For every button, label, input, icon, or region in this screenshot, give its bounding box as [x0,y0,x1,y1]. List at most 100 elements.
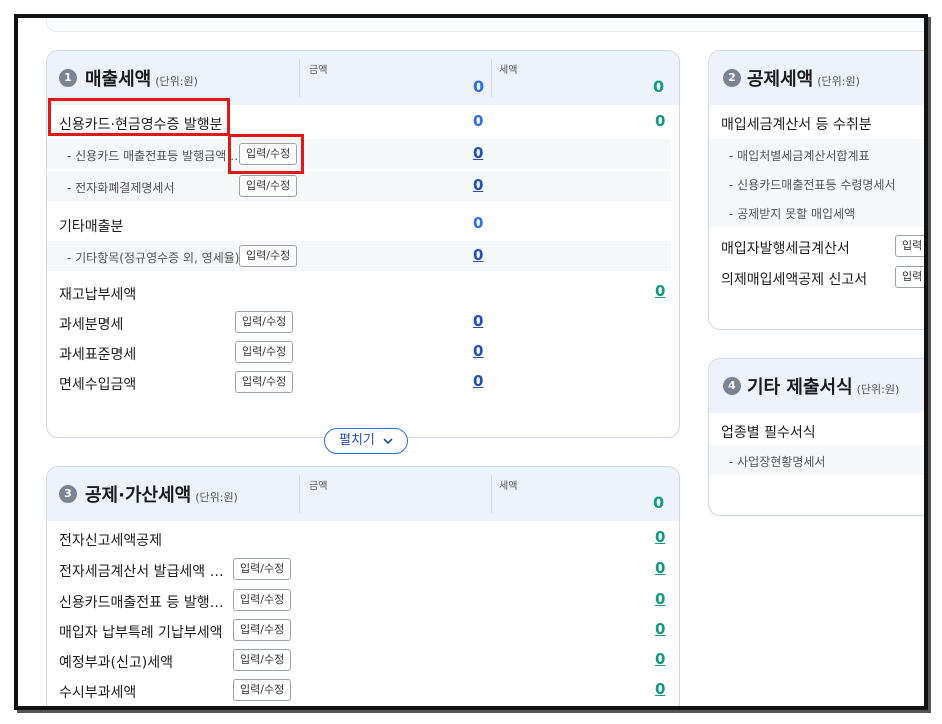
row-non-deductible: - 공제받지 못할 매입세액 [709,197,924,227]
edit-button[interactable]: 입력/수정 [235,311,294,333]
expand-label: 펼치기 [338,433,375,448]
section-title: 매출세액 (단위:원) [85,65,198,91]
row-label: - 매입처별세금계산서합계표 [729,149,870,163]
amount-link[interactable]: 0 [473,144,483,162]
section-title-text: 공제·가산세액 [85,485,192,506]
other-forms-card: 4 기타 제출서식 (단위:원) 업종별 필수서식 - 사업장현황명세서 [708,358,924,516]
column-divider [491,475,492,513]
additional-tax-card: 3 공제·가산세액 (단위:원) 금액 세액 0 전자신고세액공제 0 전자세금계… [46,466,680,706]
row-label: 전자신고세액공제 [59,533,163,549]
column-divider [299,59,300,97]
row-label: 과세분명세 [59,317,124,333]
row-other-sales: 기타매출분 0 [47,209,679,239]
amount-link[interactable]: 0 [473,312,483,330]
row-card-received: - 신용카드매출전표등 수령명세서 [709,168,924,198]
row-buyer-special: 매입자 납부특례 기납부세액 입력/수정 0 [47,615,679,645]
other-forms-header: 4 기타 제출서식 (단위:원) [709,359,924,413]
deduction-tax-card: 2 공제세액 (단위:원) 매입세금계산서 등 수취분 - 매입처별세금계산서합계… [708,50,924,330]
tax-link[interactable]: 0 [655,680,665,698]
additional-tax-header: 3 공제·가산세액 (단위:원) 금액 세액 0 [47,467,679,521]
column-divider [299,475,300,513]
amount-link[interactable]: 0 [473,246,483,264]
screenshot-frame: 1 매출세액 (단위:원) 금액 0 세액 0 신용카드·현금영수증 발행분 0 … [14,14,928,710]
edit-button[interactable]: 입력/수정 [233,589,292,611]
row-invoice-received: 매입세금계산서 등 수취분 [709,107,924,137]
row-label: 예정부과(신고)세액 [59,655,173,671]
row-e-invoice-credit: 전자세금계산서 발급세액 … 입력/수정 0 [47,554,679,584]
row-label: 재고납부세액 [59,287,137,303]
expand-button[interactable]: 펼치기 [324,428,408,454]
deduction-tax-header: 2 공제세액 (단위:원) [709,51,924,105]
tax-column-label: 세액 [499,65,518,76]
section-title-text: 기타 제출서식 [747,377,853,398]
section-number-badge: 4 [723,377,741,395]
amount-column-label: 금액 [309,481,328,492]
row-label: 기타매출분 [59,219,124,235]
tax-total: 0 [653,493,665,512]
row-invoice-summary: - 매입처별세금계산서합계표 [709,139,924,169]
top-panel-edge [46,18,924,32]
highlight-box-button [228,134,304,174]
row-label: 매입자 납부특례 기납부세액 [59,625,223,641]
edit-button[interactable]: 입력 [895,266,924,288]
edit-button[interactable]: 입력/수정 [233,619,292,641]
edit-button[interactable]: 입력/수정 [233,649,292,671]
unit-label: (단위:원) [856,383,900,396]
tax-column-label: 세액 [499,481,518,492]
row-taxable-detail: 과세분명세 입력/수정 0 [47,307,679,337]
unit-label: (단위:원) [155,75,198,88]
row-buyer-issued-invoice: 매입자발행세금계산서 입력 [709,231,924,261]
tax-link[interactable]: 0 [655,559,665,577]
edit-button[interactable]: 입력 [895,235,924,257]
amount-value: 0 [473,214,484,232]
amount-column-label: 금액 [309,65,328,76]
amount-total: 0 [473,77,485,96]
edit-button[interactable]: 입력/수정 [235,371,294,393]
row-label: 면세수입금액 [59,377,137,393]
row-label: 매입세금계산서 등 수취분 [721,117,872,133]
unit-label: (단위:원) [195,491,238,504]
section-title: 공제·가산세액 (단위:원) [85,481,238,507]
chevron-down-icon [383,437,393,444]
tax-value: 0 [655,112,666,130]
row-label: - 사업장현황명세서 [729,455,826,469]
row-other-items: - 기타항목(정규영수증 외, 영세율) 입력/수정 0 [47,241,671,271]
row-label: 의제매입세액공제 신고서 [721,272,868,288]
row-tax-base: 과세표준명세 입력/수정 0 [47,337,679,367]
row-inventory-tax: 재고납부세액 0 [47,277,679,307]
section-title: 공제세액 (단위:원) [747,65,860,91]
amount-link[interactable]: 0 [473,176,483,194]
row-label: 매입자발행세금계산서 [721,241,850,257]
row-site-status[interactable]: - 사업장현황명세서 [709,445,924,475]
tax-link[interactable]: 0 [655,650,665,668]
section-title-text: 공제세액 [747,69,814,90]
amount-link[interactable]: 0 [473,342,483,360]
row-label: 과세표준명세 [59,347,137,363]
tax-link[interactable]: 0 [655,282,665,300]
row-scheduled-tax: 예정부과(신고)세액 입력/수정 0 [47,645,679,675]
edit-button[interactable]: 입력/수정 [239,245,298,267]
tax-link[interactable]: 0 [655,590,665,608]
row-label: - 신용카드매출전표등 수령명세서 [729,178,896,192]
tax-total: 0 [653,77,665,96]
row-required-forms: 업종별 필수서식 [709,415,924,445]
row-exempt-income: 면세수입금액 입력/수정 0 [47,367,679,397]
tax-link[interactable]: 0 [655,620,665,638]
section-number-badge: 2 [723,69,741,87]
row-card-issue-credit: 신용카드매출전표 등 발행… 입력/수정 0 [47,585,679,615]
row-e-payment: - 전자화폐결제명세서 입력/수정 0 [47,171,671,201]
amount-link[interactable]: 0 [473,372,483,390]
row-label: - 신용카드 매출전표등 발행금액 … [67,149,239,163]
row-card-sales-slip: - 신용카드 매출전표등 발행금액 … 입력/수정 0 [47,139,671,169]
section-number-badge: 3 [59,485,77,503]
section-title-text: 매출세액 [85,69,152,90]
edit-button[interactable]: 입력/수정 [233,679,292,701]
tax-link[interactable]: 0 [655,528,665,546]
unit-label: (단위:원) [817,75,860,88]
row-label: - 공제받지 못할 매입세액 [729,207,856,221]
sales-tax-header: 1 매출세액 (단위:원) 금액 0 세액 0 [47,51,679,105]
row-label: 수시부과세액 [59,685,137,701]
edit-button[interactable]: 입력/수정 [233,558,292,580]
edit-button[interactable]: 입력/수정 [235,341,294,363]
edit-button[interactable]: 입력/수정 [239,175,298,197]
